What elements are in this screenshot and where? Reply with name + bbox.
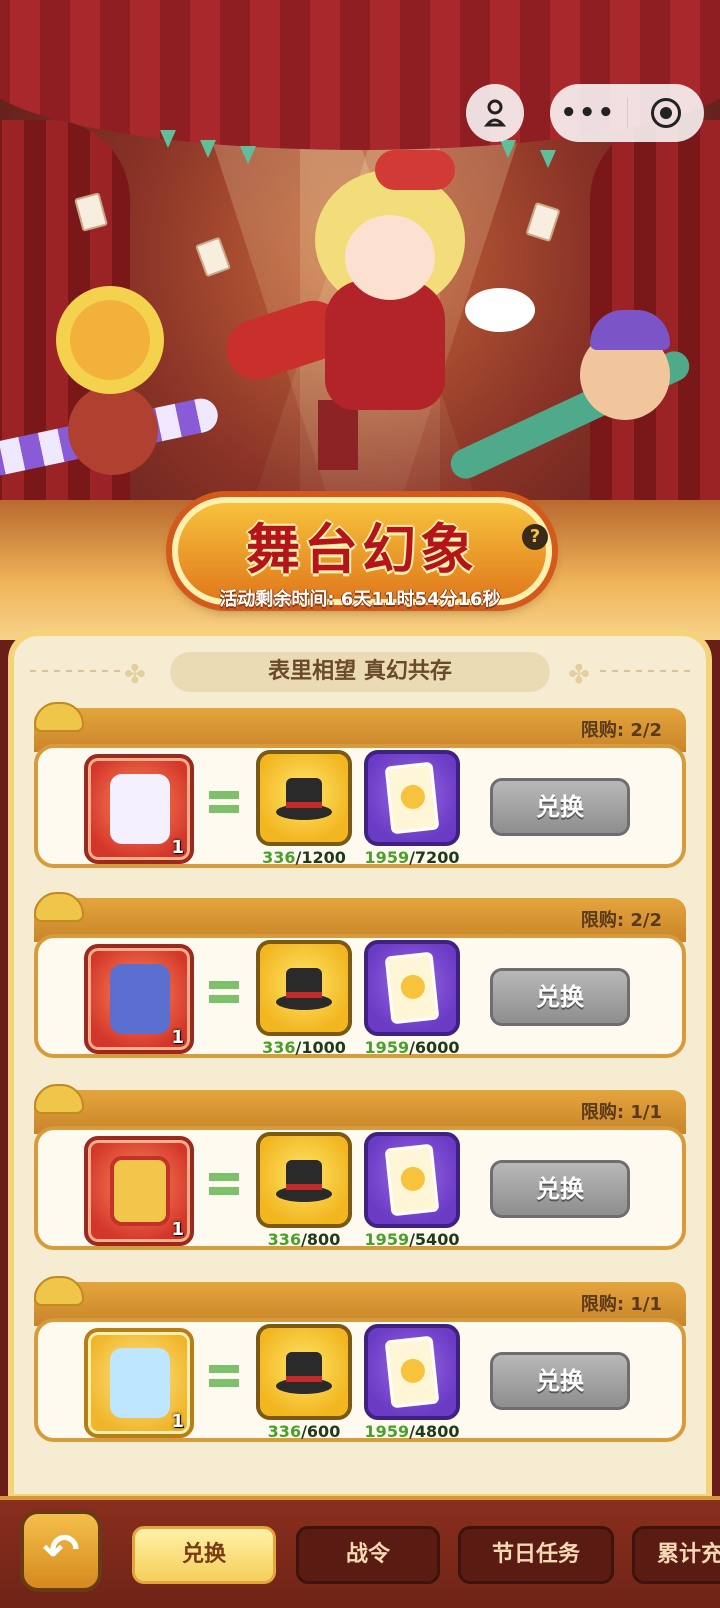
joker-card-cost bbox=[364, 940, 460, 1036]
more-button[interactable]: ••• bbox=[550, 98, 627, 128]
event-title: 舞台幻象 bbox=[246, 517, 478, 581]
tab-battle-pass[interactable]: 战令 bbox=[296, 1526, 440, 1584]
equals-icon bbox=[209, 1173, 239, 1195]
reward-count: 1 bbox=[171, 1027, 184, 1048]
purchase-limit: 限购: 1/1 bbox=[580, 1294, 662, 1315]
reward-count: 1 bbox=[171, 837, 184, 858]
equals-icon bbox=[209, 981, 239, 1003]
joker-card-progress: 1959/6000 bbox=[364, 1038, 460, 1057]
character-face bbox=[345, 215, 435, 300]
redeem-button[interactable]: 兑换 bbox=[490, 968, 630, 1026]
redeem-button[interactable]: 兑换 bbox=[490, 1160, 630, 1218]
exchange-row: 限购: 2/2 1 336/1000 1959/6000 兑换 bbox=[34, 892, 686, 1074]
playing-card-decoration bbox=[194, 236, 232, 278]
reward-item[interactable]: 1 bbox=[84, 944, 194, 1054]
joker-card-cost bbox=[364, 1132, 460, 1228]
record-button[interactable] bbox=[628, 98, 705, 128]
magic-hat-progress: 336/800 bbox=[267, 1230, 341, 1249]
redeem-button[interactable]: 兑换 bbox=[490, 778, 630, 836]
help-icon[interactable]: ? bbox=[522, 524, 548, 550]
magic-hat-progress: 336/600 bbox=[267, 1422, 341, 1441]
character-leg bbox=[318, 400, 358, 470]
joker-card-icon bbox=[384, 951, 440, 1025]
magic-hat-cost bbox=[256, 940, 352, 1036]
bunting-flag bbox=[200, 140, 216, 158]
joker-card-cost bbox=[364, 750, 460, 846]
ice-crystal-card-icon bbox=[110, 1348, 170, 1418]
person-pin-svg bbox=[483, 99, 507, 127]
tab-cumulative-recharge[interactable]: 累计充 bbox=[632, 1526, 720, 1584]
joker-card-cost bbox=[364, 1324, 460, 1420]
sunflower-character bbox=[70, 300, 150, 380]
bunting-flag bbox=[500, 140, 516, 158]
exchange-row: 限购: 2/2 1 336/1200 1959/7200 兑换 bbox=[34, 702, 686, 884]
exchange-row: 限购: 1/1 1 336/600 1959/4800 兑换 bbox=[34, 1276, 686, 1458]
dove bbox=[465, 288, 535, 332]
joker-card-progress: 1959/4800 bbox=[364, 1422, 460, 1441]
divider bbox=[600, 670, 690, 672]
magic-hat-cost bbox=[256, 1324, 352, 1420]
joker-card-icon bbox=[384, 1335, 440, 1409]
back-arrow-icon[interactable]: ↶ bbox=[20, 1510, 102, 1592]
equals-icon bbox=[209, 791, 239, 813]
princess-character-icon bbox=[110, 774, 170, 844]
character-bow bbox=[375, 150, 455, 190]
reward-count: 1 bbox=[171, 1219, 184, 1240]
reward-item[interactable]: 1 bbox=[84, 754, 194, 864]
ornament-icon: ✤ bbox=[124, 660, 146, 690]
ornament-icon: ✤ bbox=[568, 660, 590, 690]
joker-card-icon bbox=[384, 1143, 440, 1217]
magic-hat-progress: 336/1200 bbox=[262, 848, 346, 867]
circus-ball bbox=[68, 385, 158, 475]
bunting-flag bbox=[240, 146, 256, 164]
equals-icon bbox=[209, 1365, 239, 1387]
reward-count: 1 bbox=[171, 1411, 184, 1432]
reward-item[interactable]: 1 bbox=[84, 1328, 194, 1438]
event-subtitle: 表里相望 真幻共存 bbox=[170, 652, 550, 692]
person-pin-icon[interactable] bbox=[466, 84, 524, 142]
divider bbox=[30, 670, 120, 672]
tab-festival-tasks[interactable]: 节日任务 bbox=[458, 1526, 614, 1584]
reward-item[interactable]: 1 bbox=[84, 1136, 194, 1246]
joker-card-progress: 1959/7200 bbox=[364, 848, 460, 867]
joker-card-icon bbox=[384, 761, 440, 835]
purchase-limit: 限购: 2/2 bbox=[580, 720, 662, 741]
event-timer: 活动剩余时间: 6天11时54分16秒 bbox=[219, 589, 501, 610]
joker-card-progress: 1959/5400 bbox=[364, 1230, 460, 1249]
bunting-flag bbox=[160, 130, 176, 148]
bunting-flag bbox=[540, 150, 556, 168]
magic-hat-progress: 336/1000 bbox=[262, 1038, 346, 1057]
treasure-chest-icon bbox=[110, 1156, 170, 1226]
magic-hat-cost bbox=[256, 750, 352, 846]
redeem-button[interactable]: 兑换 bbox=[490, 1352, 630, 1410]
tab-exchange[interactable]: 兑换 bbox=[132, 1526, 276, 1584]
record-icon bbox=[650, 98, 681, 128]
purchase-limit: 限购: 1/1 bbox=[580, 1102, 662, 1123]
purchase-limit: 限购: 2/2 bbox=[580, 910, 662, 931]
exchange-row: 限购: 1/1 1 336/800 1959/5400 兑换 bbox=[34, 1084, 686, 1266]
playing-card-decoration bbox=[525, 201, 561, 243]
mini-program-capsule: ••• bbox=[550, 84, 704, 142]
crystal-weapon-icon bbox=[110, 964, 170, 1034]
magic-hat-cost bbox=[256, 1132, 352, 1228]
